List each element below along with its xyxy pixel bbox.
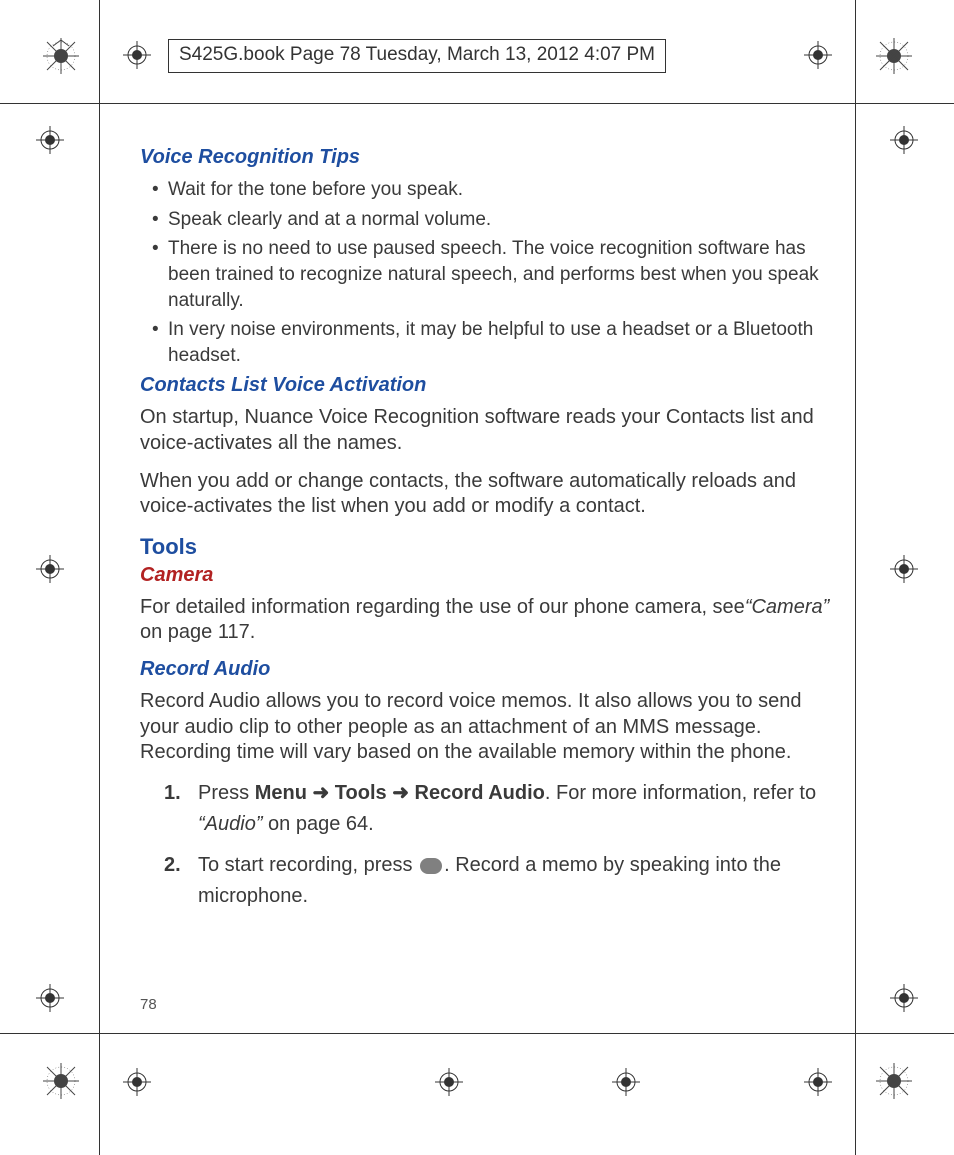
arrow-icon: ➜ [387,782,415,804]
printer-mark-icon [43,38,79,74]
step-item: 1. Press Menu ➜ Tools ➜ Record Audio. Fo… [164,778,830,840]
crop-line-top [0,103,954,104]
registration-mark-icon [890,126,918,154]
heading-camera: Camera [140,564,830,587]
list-item: Wait for the tone before you speak. [140,177,830,203]
voice-tips-list: Wait for the tone before you speak. Spea… [140,177,830,368]
registration-mark-icon [890,984,918,1012]
reference-link: “Camera” [745,596,829,618]
printer-mark-icon [876,38,912,74]
printer-mark-icon [43,1063,79,1099]
registration-mark-icon [804,1068,832,1096]
registration-mark-icon [36,555,64,583]
paragraph: For detailed information regarding the u… [140,595,830,646]
reference-link: “Audio” [198,813,262,835]
crop-line-bottom [0,1033,954,1034]
page-content: Voice Recognition Tips Wait for the tone… [140,146,830,922]
text: . For more information, refer to [545,782,816,804]
registration-mark-icon [36,984,64,1012]
list-item: There is no need to use paused speech. T… [140,236,830,313]
step-number: 1. [164,778,181,809]
text: on page 117. [140,621,255,643]
registration-mark-icon [123,41,151,69]
registration-mark-icon [804,41,832,69]
crop-line-left [99,0,100,1155]
registration-mark-icon [612,1068,640,1096]
step-item: 2. To start recording, press . Record a … [164,850,830,912]
list-item: Speak clearly and at a normal volume. [140,207,830,233]
crop-line-right [855,0,856,1155]
printer-mark-icon [876,1063,912,1099]
text: on page 64. [262,813,373,835]
text: Press [198,782,255,804]
steps-list: 1. Press Menu ➜ Tools ➜ Record Audio. Fo… [164,778,830,912]
paragraph: When you add or change contacts, the sof… [140,469,830,520]
page-number: 78 [140,996,157,1013]
paragraph: On startup, Nuance Voice Recognition sof… [140,405,830,456]
menu-label: Record Audio [415,782,545,804]
step-number: 2. [164,850,181,881]
text: For detailed information regarding the u… [140,596,745,618]
button-icon [420,858,442,874]
heading-contacts: Contacts List Voice Activation [140,374,830,397]
heading-tools: Tools [140,534,830,560]
registration-mark-icon [435,1068,463,1096]
heading-record-audio: Record Audio [140,658,830,681]
text: To start recording, press [198,854,418,876]
registration-mark-icon [890,555,918,583]
menu-label: Tools [335,782,387,804]
paragraph: Record Audio allows you to record voice … [140,689,830,766]
registration-mark-icon [123,1068,151,1096]
arrow-icon: ➜ [307,782,335,804]
list-item: In very noise environments, it may be he… [140,317,830,368]
document-header: S425G.book Page 78 Tuesday, March 13, 20… [168,39,666,73]
heading-voice-tips: Voice Recognition Tips [140,146,830,169]
menu-label: Menu [255,782,307,804]
registration-mark-icon [36,126,64,154]
